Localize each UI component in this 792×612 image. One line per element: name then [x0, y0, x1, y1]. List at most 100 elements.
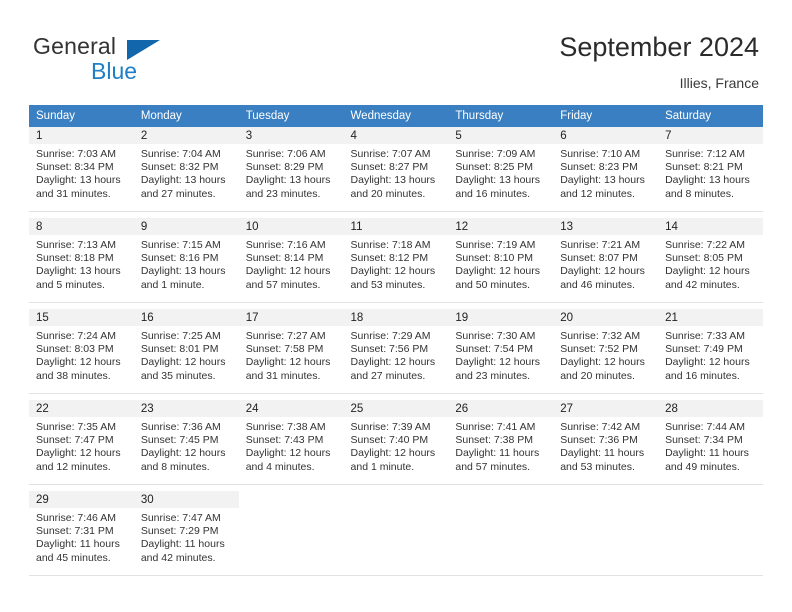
day-number: 18: [343, 309, 449, 326]
sunset-text: Sunset: 7:40 PM: [350, 434, 429, 447]
daylight-text-line2: and 31 minutes.: [245, 369, 321, 382]
calendar-day-cell[interactable]: 26 Sunrise: 7:41 AM Sunset: 7:38 PM Dayligh…: [448, 400, 554, 485]
day-cell-inner: 16 Sunrise: 7:25 AM Sunset: 8:01 PM Dayligh…: [133, 309, 239, 393]
calendar-day-cell[interactable]: 28 Sunrise: 7:44 AM Sunset: 7:34 PM Dayligh…: [658, 400, 763, 485]
day-cell-inner: 21 Sunrise: 7:33 AM Sunset: 7:49 PM Dayligh…: [658, 309, 763, 393]
calendar-day-cell[interactable]: 13 Sunrise: 7:21 AM Sunset: 8:07 PM Dayligh…: [553, 218, 659, 303]
calendar-day-cell[interactable]: 15 Sunrise: 7:24 AM Sunset: 8:03 PM Dayligh…: [29, 309, 134, 394]
calendar-day-cell[interactable]: 2 Sunrise: 7:04 AM Sunset: 8:32 PM Daylight…: [133, 127, 239, 212]
daylight-text-line1: Daylight: 13 hours: [140, 174, 226, 187]
sunrise-text: Sunrise: 7:42 AM: [560, 421, 641, 433]
day-number: [239, 491, 344, 508]
sunset-text: Sunset: 8:25 PM: [455, 161, 534, 174]
daylight-text-line1: Daylight: 13 hours: [140, 265, 226, 278]
daylight-text-line1: Daylight: 12 hours: [350, 265, 436, 278]
sunrise-text: Sunrise: 7:18 AM: [350, 239, 431, 251]
day-details: Sunrise: 7:46 AM Sunset: 7:31 PM Daylight:…: [29, 508, 134, 565]
calendar-day-cell[interactable]: 10 Sunrise: 7:16 AM Sunset: 8:14 PM Dayligh…: [238, 218, 344, 303]
weekday-header-wednesday: Wednesday: [343, 105, 449, 127]
daylight-text-line2: and 53 minutes.: [560, 460, 635, 473]
sunrise-text: Sunrise: 7:29 AM: [350, 330, 431, 342]
calendar-day-cell[interactable]: 27 Sunrise: 7:42 AM Sunset: 7:36 PM Dayligh…: [553, 400, 659, 485]
calendar-day-cell[interactable]: 29 Sunrise: 7:46 AM Sunset: 7:31 PM Dayligh…: [29, 491, 134, 576]
day-cell-inner: 23 Sunrise: 7:36 AM Sunset: 7:45 PM Dayligh…: [133, 400, 239, 484]
calendar-day-cell[interactable]: 6 Sunrise: 7:10 AM Sunset: 8:23 PM Daylight…: [553, 127, 659, 212]
calendar-day-cell[interactable]: 14 Sunrise: 7:22 AM Sunset: 8:05 PM Dayligh…: [658, 218, 763, 303]
daylight-text-line2: and 16 minutes.: [455, 187, 531, 200]
day-details: Sunrise: 7:21 AM Sunset: 8:07 PM Daylight:…: [553, 235, 658, 292]
daylight-text-line1: Daylight: 11 hours: [665, 447, 749, 460]
page-header: General Blue September 2024 Illies, Fran…: [0, 0, 792, 100]
daylight-text-line2: and 27 minutes.: [140, 187, 216, 200]
day-details: Sunrise: 7:12 AM Sunset: 8:21 PM Daylight:…: [658, 144, 763, 201]
calendar-day-cell[interactable]: 11 Sunrise: 7:18 AM Sunset: 8:12 PM Dayligh…: [343, 218, 449, 303]
calendar-day-cell[interactable]: 24 Sunrise: 7:38 AM Sunset: 7:43 PM Dayligh…: [238, 400, 344, 485]
calendar-empty-cell: [343, 491, 449, 576]
calendar-day-cell[interactable]: 4 Sunrise: 7:07 AM Sunset: 8:27 PM Daylight…: [343, 127, 449, 212]
day-details: Sunrise: 7:27 AM Sunset: 7:58 PM Daylight:…: [239, 326, 344, 383]
day-cell-inner: [344, 491, 449, 575]
sunset-text: Sunset: 8:34 PM: [36, 161, 114, 174]
calendar-day-cell[interactable]: 12 Sunrise: 7:19 AM Sunset: 8:10 PM Dayligh…: [448, 218, 554, 303]
sunset-text: Sunset: 8:29 PM: [245, 161, 324, 174]
daylight-text-line1: Daylight: 12 hours: [665, 356, 750, 369]
day-number: 16: [133, 309, 239, 326]
day-cell-inner: 24 Sunrise: 7:38 AM Sunset: 7:43 PM Dayligh…: [238, 400, 344, 484]
calendar-day-cell[interactable]: 25 Sunrise: 7:39 AM Sunset: 7:40 PM Dayligh…: [343, 400, 449, 485]
day-details: Sunrise: 7:47 AM Sunset: 7:29 PM Daylight:…: [134, 508, 239, 565]
calendar-day-cell[interactable]: 16 Sunrise: 7:25 AM Sunset: 8:01 PM Dayligh…: [133, 309, 239, 394]
day-details: [448, 508, 553, 512]
calendar-day-cell[interactable]: 20 Sunrise: 7:32 AM Sunset: 7:52 PM Dayligh…: [553, 309, 659, 394]
calendar-day-cell[interactable]: 19 Sunrise: 7:30 AM Sunset: 7:54 PM Dayligh…: [448, 309, 554, 394]
day-number: 24: [238, 400, 344, 417]
daylight-text-line2: and 5 minutes.: [36, 278, 105, 291]
sunrise-text: Sunrise: 7:21 AM: [560, 239, 641, 251]
logo-text-blue: Blue: [91, 58, 138, 84]
sunrise-text: Sunrise: 7:16 AM: [245, 239, 326, 251]
sunrise-text: Sunrise: 7:07 AM: [350, 148, 431, 160]
daylight-text-line1: Daylight: 12 hours: [455, 356, 541, 369]
calendar-day-cell[interactable]: 7 Sunrise: 7:12 AM Sunset: 8:21 PM Daylight…: [658, 127, 763, 212]
day-details: Sunrise: 7:13 AM Sunset: 8:18 PM Daylight:…: [29, 235, 134, 292]
daylight-text-line1: Daylight: 12 hours: [245, 265, 331, 278]
calendar-day-cell[interactable]: 17 Sunrise: 7:27 AM Sunset: 7:58 PM Dayligh…: [238, 309, 344, 394]
daylight-text-line1: Daylight: 11 hours: [140, 538, 225, 551]
weekday-header-thursday: Thursday: [448, 105, 554, 127]
day-number: 2: [133, 127, 239, 144]
calendar-week-row: 22 Sunrise: 7:35 AM Sunset: 7:47 PM Dayligh…: [29, 400, 763, 485]
calendar-day-cell[interactable]: 5 Sunrise: 7:09 AM Sunset: 8:25 PM Daylight…: [448, 127, 554, 212]
calendar-day-cell[interactable]: 21 Sunrise: 7:33 AM Sunset: 7:49 PM Dayligh…: [658, 309, 763, 394]
calendar-day-cell[interactable]: 3 Sunrise: 7:06 AM Sunset: 8:29 PM Daylight…: [238, 127, 344, 212]
calendar-day-cell[interactable]: 8 Sunrise: 7:13 AM Sunset: 8:18 PM Daylight…: [29, 218, 134, 303]
daylight-text-line1: Daylight: 13 hours: [665, 174, 750, 187]
calendar-day-cell[interactable]: 1 Sunrise: 7:03 AM Sunset: 8:34 PM Daylight…: [29, 127, 134, 212]
day-number: 3: [238, 127, 344, 144]
calendar-day-cell[interactable]: 18 Sunrise: 7:29 AM Sunset: 7:56 PM Dayligh…: [343, 309, 449, 394]
day-number: 7: [658, 127, 763, 144]
day-number: 25: [343, 400, 449, 417]
calendar-day-cell[interactable]: 23 Sunrise: 7:36 AM Sunset: 7:45 PM Dayligh…: [133, 400, 239, 485]
calendar-day-cell[interactable]: 22 Sunrise: 7:35 AM Sunset: 7:47 PM Dayligh…: [29, 400, 134, 485]
daylight-text-line1: Daylight: 13 hours: [455, 174, 541, 187]
calendar-day-cell[interactable]: 30 Sunrise: 7:47 AM Sunset: 7:29 PM Dayligh…: [133, 491, 239, 576]
day-cell-inner: 29 Sunrise: 7:46 AM Sunset: 7:31 PM Dayligh…: [29, 491, 134, 575]
sunset-text: Sunset: 7:54 PM: [455, 343, 534, 356]
day-number: 5: [448, 127, 554, 144]
calendar-empty-cell: [658, 491, 763, 576]
sunrise-text: Sunrise: 7:27 AM: [245, 330, 326, 342]
calendar-day-cell[interactable]: 9 Sunrise: 7:15 AM Sunset: 8:16 PM Daylight…: [133, 218, 239, 303]
calendar-week-row: 1 Sunrise: 7:03 AM Sunset: 8:34 PM Daylight…: [29, 127, 763, 212]
calendar-week-row: 29 Sunrise: 7:46 AM Sunset: 7:31 PM Dayligh…: [29, 491, 763, 576]
daylight-text-line1: Daylight: 13 hours: [560, 174, 645, 187]
sunrise-text: Sunrise: 7:36 AM: [140, 421, 221, 433]
sunset-text: Sunset: 8:18 PM: [36, 252, 114, 265]
general-blue-logo[interactable]: General Blue: [33, 33, 263, 89]
day-details: Sunrise: 7:38 AM Sunset: 7:43 PM Daylight:…: [239, 417, 344, 474]
day-number: 1: [29, 127, 134, 144]
day-number: [448, 491, 553, 508]
sunset-text: Sunset: 7:47 PM: [36, 434, 114, 447]
day-cell-inner: 4 Sunrise: 7:07 AM Sunset: 8:27 PM Daylight…: [343, 127, 449, 211]
day-cell-inner: 18 Sunrise: 7:29 AM Sunset: 7:56 PM Dayligh…: [343, 309, 449, 393]
day-details: Sunrise: 7:29 AM Sunset: 7:56 PM Daylight:…: [344, 326, 449, 383]
day-number: 12: [448, 218, 554, 235]
